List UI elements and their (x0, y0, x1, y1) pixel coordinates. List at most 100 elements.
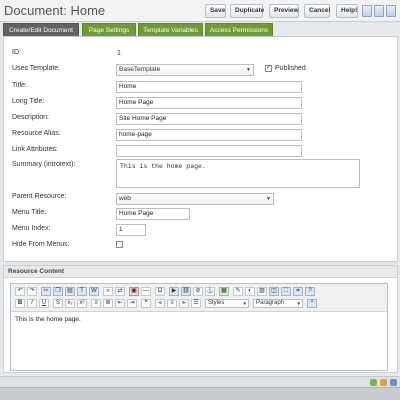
link-attributes-label: Link Attributes: (12, 146, 58, 153)
alias-label: Resource Alias: (12, 130, 61, 137)
page-title: Document: Home (4, 3, 106, 18)
html-source-icon[interactable]: ⌗ (293, 287, 303, 296)
taskbar (0, 387, 400, 400)
media-icon[interactable]: ▶ (169, 287, 179, 296)
editor-toolbar: ↶ ↷ ✂ ❐ ▤ T W ⌕ ⇄ ▣ — Ω ▶ ⛓ ⊘ ⚓ ▦ ✎ ◐ ▨ … (11, 284, 387, 312)
rich-text-editor: ↶ ↷ ✂ ❐ ▤ T W ⌕ ⇄ ▣ — Ω ▶ ⛓ ⊘ ⚓ ▦ ✎ ◐ ▨ … (10, 283, 388, 371)
document-form-panel: ID: 1 Uses Template: BaseTemplate ▼ ✓ Pu… (3, 36, 398, 262)
published-label: Published (275, 65, 306, 72)
strikethrough-icon[interactable]: S (53, 299, 63, 308)
replace-icon[interactable]: ⇄ (115, 287, 125, 296)
resource-content-panel: Resource Content ↶ ↷ ✂ ❐ ▤ T W ⌕ ⇄ ▣ — Ω… (3, 265, 398, 373)
outdent-icon[interactable]: ⇤ (115, 299, 125, 308)
special-char-icon[interactable]: Ω (155, 287, 165, 296)
id-label: ID: (12, 49, 21, 56)
alias-input[interactable]: home-page (116, 129, 302, 141)
styles-select-value: Styles (208, 300, 225, 306)
description-label: Description: (12, 114, 49, 121)
summary-textarea[interactable]: This is the home page. (116, 159, 360, 188)
align-center-icon[interactable]: ≡ (167, 299, 177, 308)
chevron-down-icon: ▼ (266, 196, 271, 202)
status-ok-icon (370, 379, 377, 386)
styleprops-icon[interactable]: ᴬ (307, 299, 317, 308)
underline-icon[interactable]: U (39, 299, 49, 308)
id-value: 1 (117, 50, 121, 57)
editor-content[interactable]: This is the home page. (15, 316, 81, 323)
tab-template-variables[interactable]: Template Variables (138, 23, 203, 36)
align-justify-icon[interactable]: ☰ (191, 299, 201, 308)
summary-label: Summary (introtext): (12, 161, 76, 168)
format-select[interactable]: Paragraph ▼ (253, 299, 303, 308)
styles-select[interactable]: Styles ▼ (205, 299, 249, 308)
numbered-list-icon[interactable]: ≣ (103, 299, 113, 308)
title-input[interactable]: Home (116, 81, 302, 93)
status-bar (0, 376, 400, 387)
menu-index-input[interactable]: 1 (116, 224, 146, 236)
menu-title-label: Menu Title: (12, 209, 47, 216)
horizontal-rule-icon[interactable]: — (141, 287, 151, 296)
chevron-down-icon: ▼ (242, 301, 247, 306)
layout-full-icon[interactable] (386, 5, 396, 17)
layout-icon[interactable] (362, 5, 372, 17)
long-title-input[interactable]: Home Page (116, 97, 302, 109)
paste-word-icon[interactable]: W (89, 287, 99, 296)
tab-page-settings[interactable]: Page Settings (82, 23, 136, 36)
cleanup-icon[interactable]: ✎ (233, 287, 243, 296)
template-select-value: BaseTemplate (119, 66, 161, 73)
status-warning-icon (380, 379, 387, 386)
preview-button[interactable]: Preview (269, 4, 299, 18)
cancel-button[interactable]: Cancel (304, 4, 330, 18)
menu-title-input[interactable]: Home Page (116, 208, 190, 220)
hide-from-menus-checkbox[interactable] (116, 241, 123, 248)
fullscreen-icon[interactable]: ⛶ (281, 287, 291, 296)
chevron-down-icon: ▼ (296, 301, 301, 306)
menu-index-label: Menu Index: (12, 225, 51, 232)
tab-create-edit-document[interactable]: Create/Edit Document (3, 23, 79, 36)
italic-icon[interactable]: I (27, 299, 37, 308)
redo-icon[interactable]: ↷ (27, 287, 37, 296)
align-right-icon[interactable]: ⫸ (179, 299, 189, 308)
title-label: Title: (12, 82, 27, 89)
table-icon[interactable]: ▦ (219, 287, 229, 296)
cut-icon[interactable]: ✂ (41, 287, 51, 296)
template-label: Uses Template: (12, 65, 61, 72)
help-button[interactable]: Help! (336, 4, 358, 18)
bullet-list-icon[interactable]: ≡ (91, 299, 101, 308)
visual-aid-icon[interactable]: ▨ (257, 287, 267, 296)
unlink-icon[interactable]: ⊘ (193, 287, 203, 296)
long-title-label: Long Title: (12, 98, 45, 105)
align-left-icon[interactable]: ⫷ (155, 299, 165, 308)
bold-icon[interactable]: B (15, 299, 25, 308)
top-bar: Document: Home Save Duplicate Preview Ca… (0, 0, 400, 22)
template-select[interactable]: BaseTemplate ▼ (116, 64, 254, 76)
duplicate-button[interactable]: Duplicate (230, 4, 264, 18)
parent-resource-label: Parent Resource: (12, 193, 67, 200)
find-icon[interactable]: ⌕ (103, 287, 113, 296)
link-icon[interactable]: ⛓ (181, 287, 191, 296)
parent-resource-select[interactable]: web ▼ (116, 193, 274, 205)
paste-icon[interactable]: ▤ (65, 287, 75, 296)
description-input[interactable]: Site Home Page (116, 113, 302, 125)
blockquote-icon[interactable]: ❝ (141, 299, 151, 308)
status-info-icon (390, 379, 397, 386)
resource-content-header: Resource Content (4, 266, 397, 278)
save-button[interactable]: Save (205, 4, 226, 18)
chevron-down-icon: ▼ (246, 67, 251, 73)
preview-icon[interactable]: ◫ (269, 287, 279, 296)
subscript-icon[interactable]: x₂ (65, 299, 75, 308)
parent-resource-value: web (119, 195, 131, 202)
undo-icon[interactable]: ↶ (15, 287, 25, 296)
indent-icon[interactable]: ⇥ (127, 299, 137, 308)
anchor-icon[interactable]: ⚓ (205, 287, 215, 296)
color-icon[interactable]: ◐ (245, 287, 255, 296)
format-select-value: Paragraph (256, 300, 285, 306)
superscript-icon[interactable]: x² (77, 299, 87, 308)
published-checkbox[interactable]: ✓ (265, 65, 272, 72)
layout-split-icon[interactable] (374, 5, 384, 17)
paste-text-icon[interactable]: T (77, 287, 87, 296)
link-attributes-input[interactable] (116, 145, 302, 157)
help-icon[interactable]: ? (305, 287, 315, 296)
image-icon[interactable]: ▣ (129, 287, 139, 296)
copy-icon[interactable]: ❐ (53, 287, 63, 296)
tab-access-permissions[interactable]: Access Permissions (205, 23, 273, 36)
